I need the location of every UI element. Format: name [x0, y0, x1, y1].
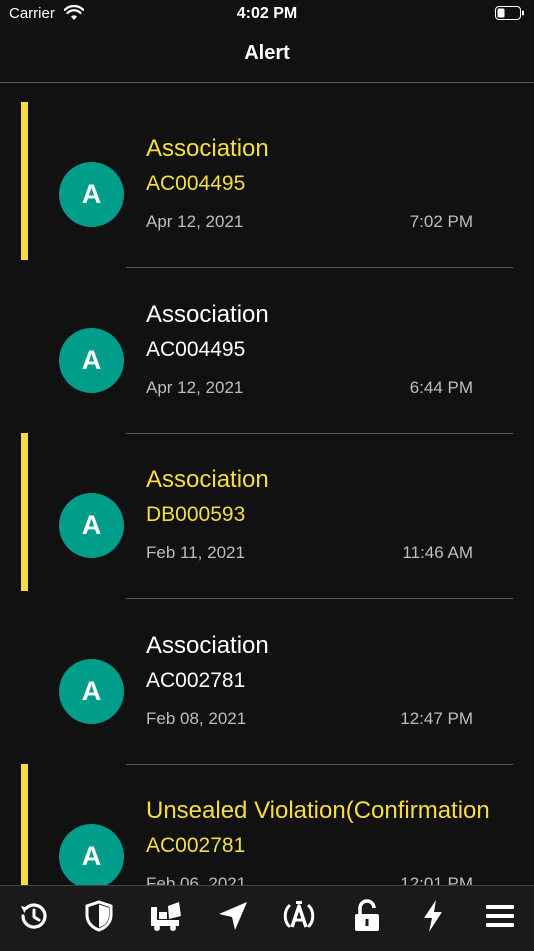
alert-title: Unsealed Violation(Confirmation — [146, 797, 490, 824]
alert-list[interactable]: A Association AC004495 Apr 12, 2021 7:02… — [0, 83, 534, 885]
tab-location[interactable] — [213, 896, 253, 936]
location-arrow-icon — [219, 902, 247, 930]
unread-indicator — [21, 433, 28, 591]
alert-title: Association — [146, 301, 269, 328]
alert-row[interactable]: A Association AC002781 Feb 08, 2021 12:4… — [0, 580, 534, 765]
alert-date: Feb 06, 2021 — [146, 874, 247, 885]
broadcast-icon — [283, 901, 315, 928]
alert-row[interactable]: A Association AC004495 Apr 12, 2021 6:44… — [0, 249, 534, 434]
alert-row[interactable]: A Association AC004495 Apr 12, 2021 7:02… — [0, 83, 534, 268]
alert-time: 6:44 PM — [409, 378, 473, 397]
avatar: A — [59, 162, 124, 227]
alert-title: Association — [146, 135, 269, 162]
alert-title: Association — [146, 632, 269, 659]
alert-row[interactable]: A Unsealed Violation(Confirmation AC0027… — [0, 745, 534, 885]
status-bar: Carrier 4:02 PM — [0, 0, 534, 28]
avatar: A — [59, 824, 124, 885]
avatar: A — [59, 493, 124, 558]
tab-unlock[interactable] — [347, 896, 387, 936]
unlock-icon — [355, 899, 379, 931]
alert-time: 12:01 PM — [400, 874, 473, 885]
menu-icon — [486, 905, 514, 927]
alert-code: AC002781 — [146, 834, 246, 857]
shield-icon — [85, 900, 113, 932]
alert-code: AC002781 — [146, 669, 246, 692]
avatar: A — [59, 659, 124, 724]
alert-time: 12:47 PM — [400, 709, 473, 728]
tab-broadcast[interactable] — [279, 896, 319, 936]
tab-menu[interactable] — [480, 896, 520, 936]
alert-time: 11:46 AM — [402, 543, 473, 562]
lightning-icon — [424, 900, 442, 932]
unread-indicator — [21, 102, 28, 260]
alert-date: Apr 12, 2021 — [146, 212, 244, 231]
alert-time: 7:02 PM — [409, 212, 473, 231]
status-time: 4:02 PM — [236, 5, 298, 22]
alert-code: AC004495 — [146, 338, 246, 361]
alert-date: Apr 12, 2021 — [146, 378, 244, 397]
avatar: A — [59, 328, 124, 393]
tab-shipment[interactable] — [146, 896, 186, 936]
tab-bar — [0, 885, 534, 951]
alert-row[interactable]: A Association DB000593 Feb 11, 2021 11:4… — [0, 414, 534, 599]
truck-icon — [151, 902, 181, 931]
page-title: Alert — [244, 42, 290, 64]
tab-power[interactable] — [413, 896, 453, 936]
alert-date: Feb 08, 2021 — [146, 709, 247, 728]
alert-code: AC004495 — [146, 172, 246, 195]
alert-title: Association — [146, 466, 269, 493]
tab-history[interactable] — [13, 896, 53, 936]
alert-date: Feb 11, 2021 — [146, 543, 245, 562]
tab-security[interactable] — [79, 896, 119, 936]
battery-icon — [495, 6, 524, 20]
alert-code: DB000593 — [146, 503, 246, 526]
unread-indicator — [21, 764, 28, 885]
history-icon — [21, 903, 47, 929]
navigation-bar: Alert — [0, 28, 534, 83]
